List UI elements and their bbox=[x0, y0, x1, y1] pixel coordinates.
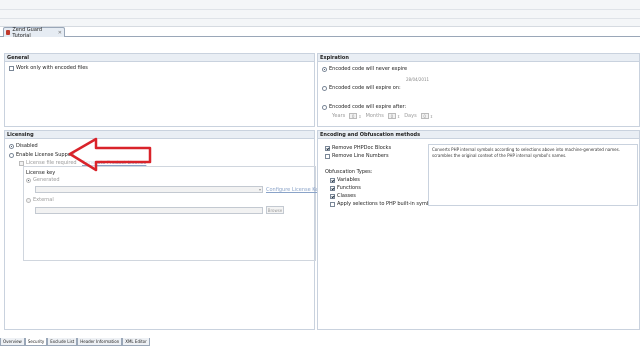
expire-on-label: Encoded code will expire on: bbox=[329, 85, 401, 91]
external-key-path-field[interactable] bbox=[35, 207, 263, 214]
licensing-disabled-label: Disabled bbox=[16, 143, 38, 149]
days-label: Days bbox=[404, 113, 417, 119]
chevron-down-icon: ▾ bbox=[258, 187, 261, 192]
editor-tab-strip: Zend Guard Tutorial ✕ bbox=[0, 26, 640, 39]
remove-phpdoc-checkbox[interactable] bbox=[325, 145, 330, 151]
years-value: 0 bbox=[349, 113, 358, 119]
editor-tab[interactable]: Zend Guard Tutorial ✕ bbox=[3, 26, 65, 39]
encoding-header: Encoding and Obfuscation methods bbox=[318, 131, 639, 139]
years-label: Years bbox=[332, 113, 346, 119]
expire-after-radio[interactable] bbox=[322, 104, 327, 110]
spinner-arrows-icon: ⇕ bbox=[358, 113, 362, 119]
functions-option[interactable]: Functions bbox=[330, 185, 361, 191]
zend-guard-icon bbox=[6, 30, 11, 35]
apply-builtin-option[interactable]: Apply selections to PHP built-in symbols bbox=[330, 201, 437, 207]
enable-license-option[interactable]: Enable License Support bbox=[9, 152, 75, 158]
configure-license-keys-link[interactable]: Configure License Keys bbox=[266, 187, 324, 193]
description-line-2: scrambles the original context of the PH… bbox=[432, 153, 567, 158]
days-spinner[interactable]: 0 ⇕ bbox=[420, 113, 434, 119]
variables-label: Variables bbox=[337, 177, 360, 183]
remove-line-numbers-label: Remove Line Numbers bbox=[332, 153, 389, 159]
remove-phpdoc-option[interactable]: Remove PHPDoc Blocks bbox=[325, 145, 391, 151]
classes-label: Classes bbox=[337, 193, 356, 199]
tab-security[interactable]: Security bbox=[24, 338, 48, 346]
classes-option[interactable]: Classes bbox=[330, 193, 356, 199]
external-option[interactable]: External bbox=[26, 197, 54, 203]
functions-label: Functions bbox=[337, 185, 361, 191]
apply-builtin-checkbox[interactable] bbox=[330, 201, 335, 207]
toolbar-divider bbox=[0, 9, 640, 10]
work-only-encoded-checkbox[interactable] bbox=[9, 65, 14, 71]
remove-line-numbers-checkbox[interactable] bbox=[325, 153, 330, 159]
expire-on-option[interactable]: Encoded code will expire on: bbox=[322, 85, 401, 91]
expire-after-fields: Years 0 ⇕ Months 0 ⇕ Days 0 ⇕ bbox=[332, 113, 433, 119]
work-only-encoded-label: Work only with encoded files bbox=[16, 65, 88, 71]
licensing-disabled-option[interactable]: Disabled bbox=[9, 143, 38, 149]
generated-radio[interactable] bbox=[26, 177, 31, 183]
license-key-group: License key Generated ▾ Configure Licens… bbox=[23, 166, 324, 261]
apply-builtin-label: Apply selections to PHP built-in symbols bbox=[337, 201, 438, 207]
spinner-arrows-icon: ⇕ bbox=[396, 113, 401, 119]
generated-label: Generated bbox=[33, 177, 60, 183]
work-only-encoded-option[interactable]: Work only with encoded files bbox=[9, 65, 88, 71]
license-file-required-checkbox[interactable] bbox=[19, 160, 24, 166]
days-value: 0 bbox=[420, 113, 429, 119]
functions-checkbox[interactable] bbox=[330, 185, 335, 191]
never-expire-radio[interactable] bbox=[322, 66, 327, 72]
never-expire-option[interactable]: Encoded code will never expire bbox=[322, 66, 407, 72]
variables-checkbox[interactable] bbox=[330, 177, 335, 183]
generated-option[interactable]: Generated bbox=[26, 177, 60, 183]
obfuscation-description: Converts PHP internal symbols according … bbox=[428, 144, 638, 206]
general-header: General bbox=[5, 54, 314, 62]
tab-xml-editor[interactable]: XML Editor bbox=[122, 338, 150, 346]
encoding-section: Encoding and Obfuscation methods Remove … bbox=[317, 130, 640, 330]
remove-line-numbers-option[interactable]: Remove Line Numbers bbox=[325, 153, 389, 159]
external-label: External bbox=[33, 197, 54, 203]
months-spinner[interactable]: 0 ⇕ bbox=[387, 113, 401, 119]
enable-license-label: Enable License Support bbox=[16, 152, 75, 158]
expire-date-field[interactable]: 28/04/2011 bbox=[406, 77, 429, 82]
expire-after-option[interactable]: Encoded code will expire after: bbox=[322, 104, 406, 110]
toolbar-divider bbox=[0, 18, 640, 19]
general-section: General Work only with encoded files bbox=[4, 53, 315, 127]
close-icon[interactable]: ✕ bbox=[58, 30, 62, 36]
tab-exclude-list[interactable]: Exclude List bbox=[47, 338, 78, 346]
years-spinner[interactable]: 0 ⇕ bbox=[349, 113, 362, 119]
expire-after-label: Encoded code will expire after: bbox=[329, 104, 407, 110]
months-value: 0 bbox=[387, 113, 396, 119]
licensing-section: Licensing Disabled Enable License Suppor… bbox=[4, 130, 324, 330]
expiration-header: Expiration bbox=[318, 54, 639, 62]
obfuscation-types-label: Obfuscation Types: bbox=[325, 169, 373, 175]
enable-license-radio[interactable] bbox=[9, 152, 14, 158]
remove-phpdoc-label: Remove PHPDoc Blocks bbox=[332, 145, 392, 151]
never-expire-label: Encoded code will never expire bbox=[329, 66, 408, 72]
tab-header-information[interactable]: Header Information bbox=[77, 338, 123, 346]
expiration-section: Expiration Encoded code will never expir… bbox=[317, 53, 640, 127]
tab-overview[interactable]: Overview bbox=[0, 338, 25, 346]
licensing-disabled-radio[interactable] bbox=[9, 143, 14, 149]
editor-tab-title: Zend Guard Tutorial bbox=[12, 26, 43, 39]
licensing-header: Licensing bbox=[5, 131, 314, 139]
bottom-tab-bar: Overview Security Exclude List Header In… bbox=[0, 338, 150, 346]
browse-button[interactable]: Browse bbox=[266, 206, 284, 214]
license-key-title: License key bbox=[26, 170, 56, 176]
expire-on-radio[interactable] bbox=[322, 85, 327, 91]
months-label: Months bbox=[365, 113, 384, 119]
external-radio[interactable] bbox=[26, 197, 31, 203]
variables-option[interactable]: Variables bbox=[330, 177, 360, 183]
classes-checkbox[interactable] bbox=[330, 193, 335, 199]
toolbar-area bbox=[0, 0, 640, 27]
security-editor: General Work only with encoded files Exp… bbox=[0, 38, 640, 335]
spinner-arrows-icon: ⇕ bbox=[429, 113, 434, 119]
generated-key-select[interactable]: ▾ bbox=[35, 186, 263, 193]
